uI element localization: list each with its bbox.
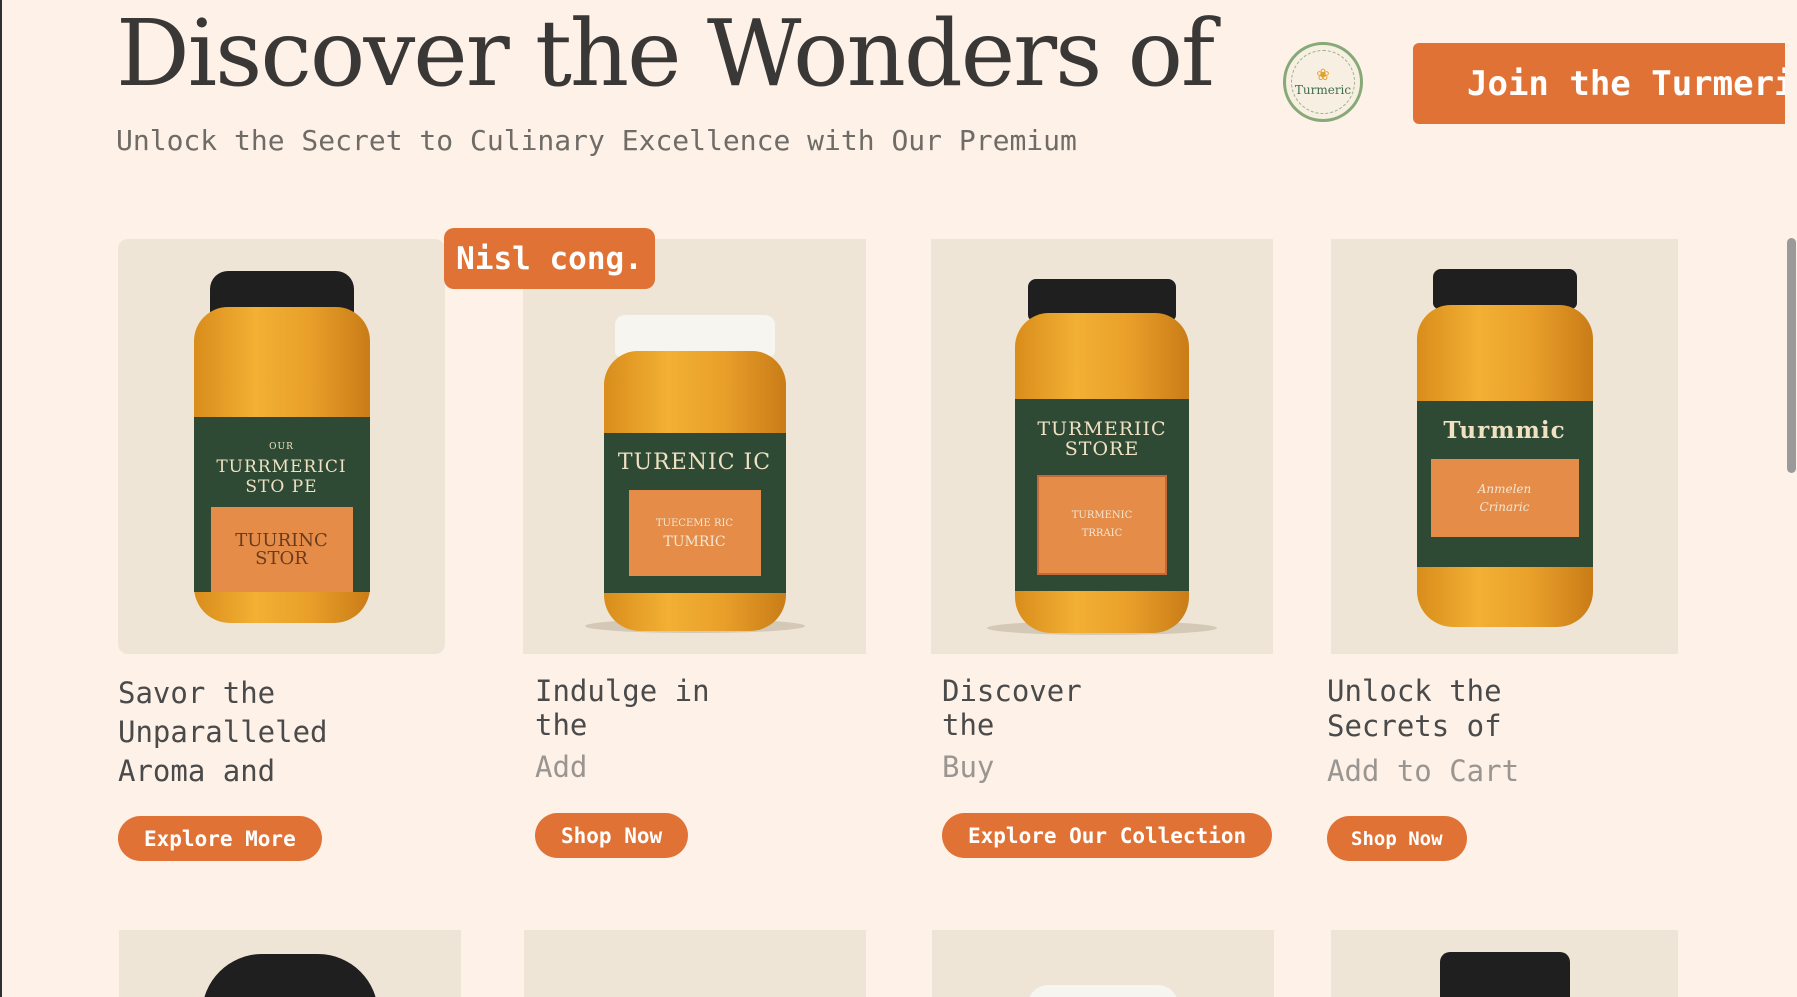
product-subtitle: Add to Cart (1327, 754, 1520, 788)
jar-lid-shape (1439, 952, 1570, 997)
jar-label-line: TURRMERICI (216, 457, 347, 477)
product-title-line: the (535, 708, 588, 742)
product-image[interactable] (1331, 930, 1678, 997)
join-button[interactable]: Join the Turmeric (1413, 43, 1797, 124)
product-title: Discover the (942, 674, 1082, 742)
shop-now-button[interactable]: Shop Now (1327, 816, 1467, 861)
product-title-line: Unlock the (1327, 674, 1502, 708)
jar-label-line: STO PE (245, 477, 318, 497)
jar-panel-line: TUURINC (235, 529, 328, 551)
explore-more-button[interactable]: Explore More (118, 816, 322, 861)
product-image[interactable]: TURMERIIC STORE TURMENIC TRRAIC (931, 239, 1273, 654)
jar-lid-shape (1028, 985, 1178, 997)
logo-wordmark: Turmeric (1294, 83, 1352, 97)
product-image[interactable]: OUR TURRMERICI STO PE TUURINC STOR (118, 239, 445, 654)
product-title-line: Discover (942, 674, 1082, 708)
product-title: Indulge in the (535, 674, 710, 742)
jar-label-line: TURENIC IC (617, 450, 772, 475)
jar-panel-line: TUMRIC (663, 534, 726, 550)
jar-illustration: TURMERIIC STORE TURMENIC TRRAIC (1015, 279, 1189, 633)
hero-subtitle: Unlock the Secret to Culinary Excellence… (116, 124, 1077, 157)
product-title-line: Unparalleled (118, 715, 328, 749)
leaf-icon: ❀ (1316, 65, 1330, 84)
jar-label-line: OUR (269, 442, 294, 452)
shop-now-button[interactable]: Shop Now (535, 813, 689, 858)
jar-panel-line: TRRAIC (1081, 528, 1123, 539)
jar-panel-line: TURMENIC (1071, 510, 1133, 521)
product-title-line: the (942, 708, 995, 742)
jar-lid-shape (202, 954, 378, 997)
product-title-line: Indulge in (535, 674, 710, 708)
jar-illustration: TURENIC IC TUECEME RIC TUMRIC (603, 315, 786, 631)
explore-collection-button[interactable]: Explore Our Collection (942, 813, 1273, 858)
jar-label-line: TURMERIIC (1037, 418, 1167, 440)
jar-panel-line: Anmelen (1477, 482, 1532, 496)
jar-panel-line: STOR (255, 547, 308, 569)
product-title: Savor the Unparalleled Aroma and (118, 674, 328, 791)
product-image[interactable] (119, 930, 461, 997)
product-title: Unlock the Secrets of (1327, 674, 1502, 744)
brand-logo[interactable]: ❀ Turmeric (1283, 42, 1363, 122)
jar-illustration: OUR TURRMERICI STO PE TUURINC STOR (193, 271, 370, 623)
jar-panel-line: Crinaric (1479, 500, 1530, 514)
window-edge (0, 0, 2, 997)
jar-label-line: Turmmic (1443, 417, 1566, 444)
product-image[interactable] (932, 930, 1274, 997)
product-image[interactable]: TURENIC IC TUECEME RIC TUMRIC (523, 239, 866, 654)
product-title-line: Savor the (118, 676, 276, 710)
product-image[interactable]: Turmmic Anmelen Crinaric (1331, 239, 1678, 654)
product-title-line: Secrets of (1327, 709, 1502, 743)
promo-badge: Nisl cong. (444, 228, 655, 289)
hero-title: Discover the Wonders of (116, 0, 1215, 107)
logo-emblem: ❀ Turmeric (1291, 50, 1355, 114)
product-subtitle: Add (535, 750, 588, 784)
jar-illustration: Turmmic Anmelen Crinaric (1416, 269, 1593, 627)
jar-panel-line: TUECEME RIC (655, 518, 734, 529)
product-subtitle: Buy (942, 750, 995, 784)
product-title-line: Aroma and (118, 754, 276, 788)
scrollbar[interactable] (1785, 0, 1797, 997)
product-image[interactable] (524, 930, 866, 997)
scrollbar-thumb[interactable] (1787, 238, 1796, 473)
jar-label-line: STORE (1064, 438, 1140, 460)
